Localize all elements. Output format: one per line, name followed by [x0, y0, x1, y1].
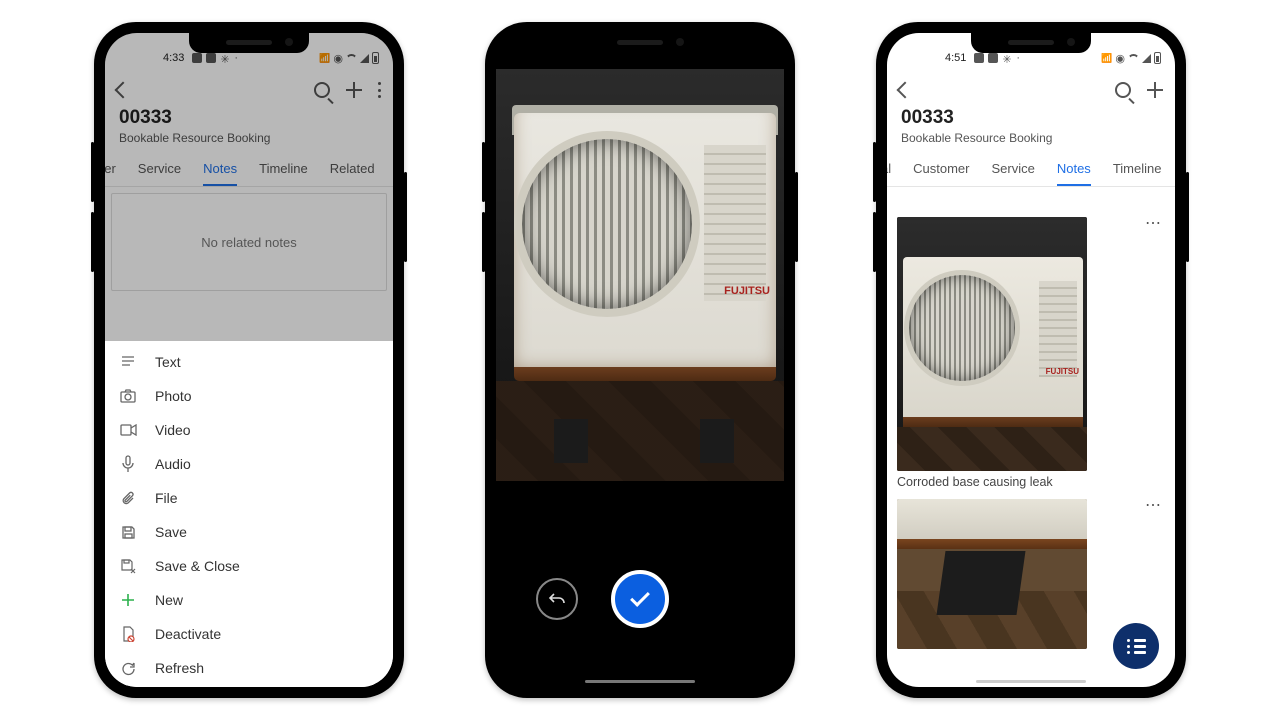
menu-save[interactable]: Save	[105, 515, 393, 549]
volume-down-button[interactable]	[482, 212, 485, 272]
tab-timeline[interactable]: Timeline	[1113, 153, 1162, 186]
phone-2-screen: FUJITSU	[496, 33, 784, 687]
record-header: 00333 Bookable Resource Booking	[887, 107, 1175, 153]
tab-customer[interactable]: Customer	[913, 153, 969, 186]
tab-notes[interactable]: Notes	[1057, 153, 1091, 186]
note-thumbnail[interactable]	[897, 499, 1087, 649]
check-icon	[630, 587, 650, 607]
camera-viewfinder[interactable]: FUJITSU	[496, 69, 784, 481]
phone-2-frame: FUJITSU	[485, 22, 795, 698]
menu-save-label: Save	[155, 524, 187, 540]
menu-text-label: Text	[155, 354, 181, 370]
retake-button[interactable]	[536, 578, 578, 620]
menu-new[interactable]: New	[105, 583, 393, 617]
text-icon	[119, 353, 137, 371]
menu-audio[interactable]: Audio	[105, 447, 393, 481]
action-sheet: Text Photo Video Audio File Save Save & …	[105, 341, 393, 687]
ground-pavers	[496, 381, 784, 481]
nav-home-bar[interactable]	[585, 680, 695, 683]
phone-3-frame: 4:51 ✳· 📶◉ 00333 Bookable Resource Booki…	[876, 22, 1186, 698]
menu-save-close-label: Save & Close	[155, 558, 240, 574]
menu-audio-label: Audio	[155, 456, 191, 472]
camera-icon	[119, 387, 137, 405]
note-overflow-icon[interactable]: ⋯	[1145, 213, 1163, 233]
rusted-base	[514, 367, 776, 381]
menu-video-label: Video	[155, 422, 191, 438]
note-thumbnail[interactable]: FUJITSU	[897, 217, 1087, 471]
search-icon[interactable]	[1115, 82, 1131, 98]
nav-home-bar[interactable]	[976, 680, 1086, 683]
video-icon	[119, 421, 137, 439]
power-button[interactable]	[404, 172, 407, 262]
volume-down-button[interactable]	[91, 212, 94, 272]
status-time: 4:51	[945, 52, 966, 64]
brand-label: FUJITSU	[724, 285, 770, 297]
phone-1-frame: 4:33 ✳· 📶◉ 00333 Bookable Resource Booki…	[94, 22, 404, 698]
notes-feed[interactable]: ⋯ FUJITSU Corroded base causing leak ⋯	[887, 207, 1175, 687]
phone-3-screen: 4:51 ✳· 📶◉ 00333 Bookable Resource Booki…	[887, 33, 1175, 687]
list-fab-button[interactable]	[1113, 623, 1159, 669]
volume-up-button[interactable]	[873, 142, 876, 202]
menu-deactivate-label: Deactivate	[155, 626, 221, 642]
side-slats	[704, 145, 766, 301]
brand-label: FUJITSU	[1046, 367, 1079, 376]
power-button[interactable]	[1186, 172, 1189, 262]
note-overflow-icon[interactable]: ⋯	[1145, 495, 1163, 515]
save-icon	[119, 523, 137, 541]
note-caption: Corroded base causing leak	[897, 475, 1165, 489]
menu-deactivate[interactable]: Deactivate	[105, 617, 393, 651]
camera-controls	[496, 529, 784, 669]
menu-refresh-label: Refresh	[155, 660, 204, 676]
record-subtitle: Bookable Resource Booking	[901, 131, 1161, 145]
menu-file[interactable]: File	[105, 481, 393, 515]
menu-text[interactable]: Text	[105, 345, 393, 379]
phone-notch	[971, 33, 1091, 53]
phone-notch	[189, 33, 309, 53]
confirm-capture-button[interactable]	[611, 570, 669, 628]
refresh-icon	[119, 659, 137, 677]
menu-file-label: File	[155, 490, 178, 506]
deactivate-icon	[119, 625, 137, 643]
menu-save-close[interactable]: Save & Close	[105, 549, 393, 583]
back-icon[interactable]	[897, 82, 914, 99]
volume-down-button[interactable]	[873, 212, 876, 272]
menu-photo-label: Photo	[155, 388, 192, 404]
volume-up-button[interactable]	[482, 142, 485, 202]
tab-service[interactable]: Service	[991, 153, 1034, 186]
menu-refresh[interactable]: Refresh	[105, 651, 393, 685]
fan-grill	[522, 139, 692, 309]
paperclip-icon	[119, 489, 137, 507]
page-header-actions	[887, 71, 1175, 109]
add-icon[interactable]	[1147, 82, 1163, 98]
menu-video[interactable]: Video	[105, 413, 393, 447]
tab-partial[interactable]: al	[887, 153, 891, 186]
note-card-1[interactable]: ⋯ FUJITSU Corroded base causing leak	[897, 217, 1165, 489]
save-close-icon	[119, 557, 137, 575]
modal-scrim[interactable]	[105, 33, 393, 341]
volume-up-button[interactable]	[91, 142, 94, 202]
tabs[interactable]: al Customer Service Notes Timeline	[887, 153, 1175, 187]
list-icon	[1127, 639, 1146, 654]
record-title: 00333	[901, 107, 1161, 129]
plus-icon	[119, 591, 137, 609]
mic-icon	[119, 455, 137, 473]
power-button[interactable]	[795, 172, 798, 262]
menu-new-label: New	[155, 592, 183, 608]
phone-notch	[580, 33, 700, 53]
menu-photo[interactable]: Photo	[105, 379, 393, 413]
phone-1-screen: 4:33 ✳· 📶◉ 00333 Bookable Resource Booki…	[105, 33, 393, 687]
